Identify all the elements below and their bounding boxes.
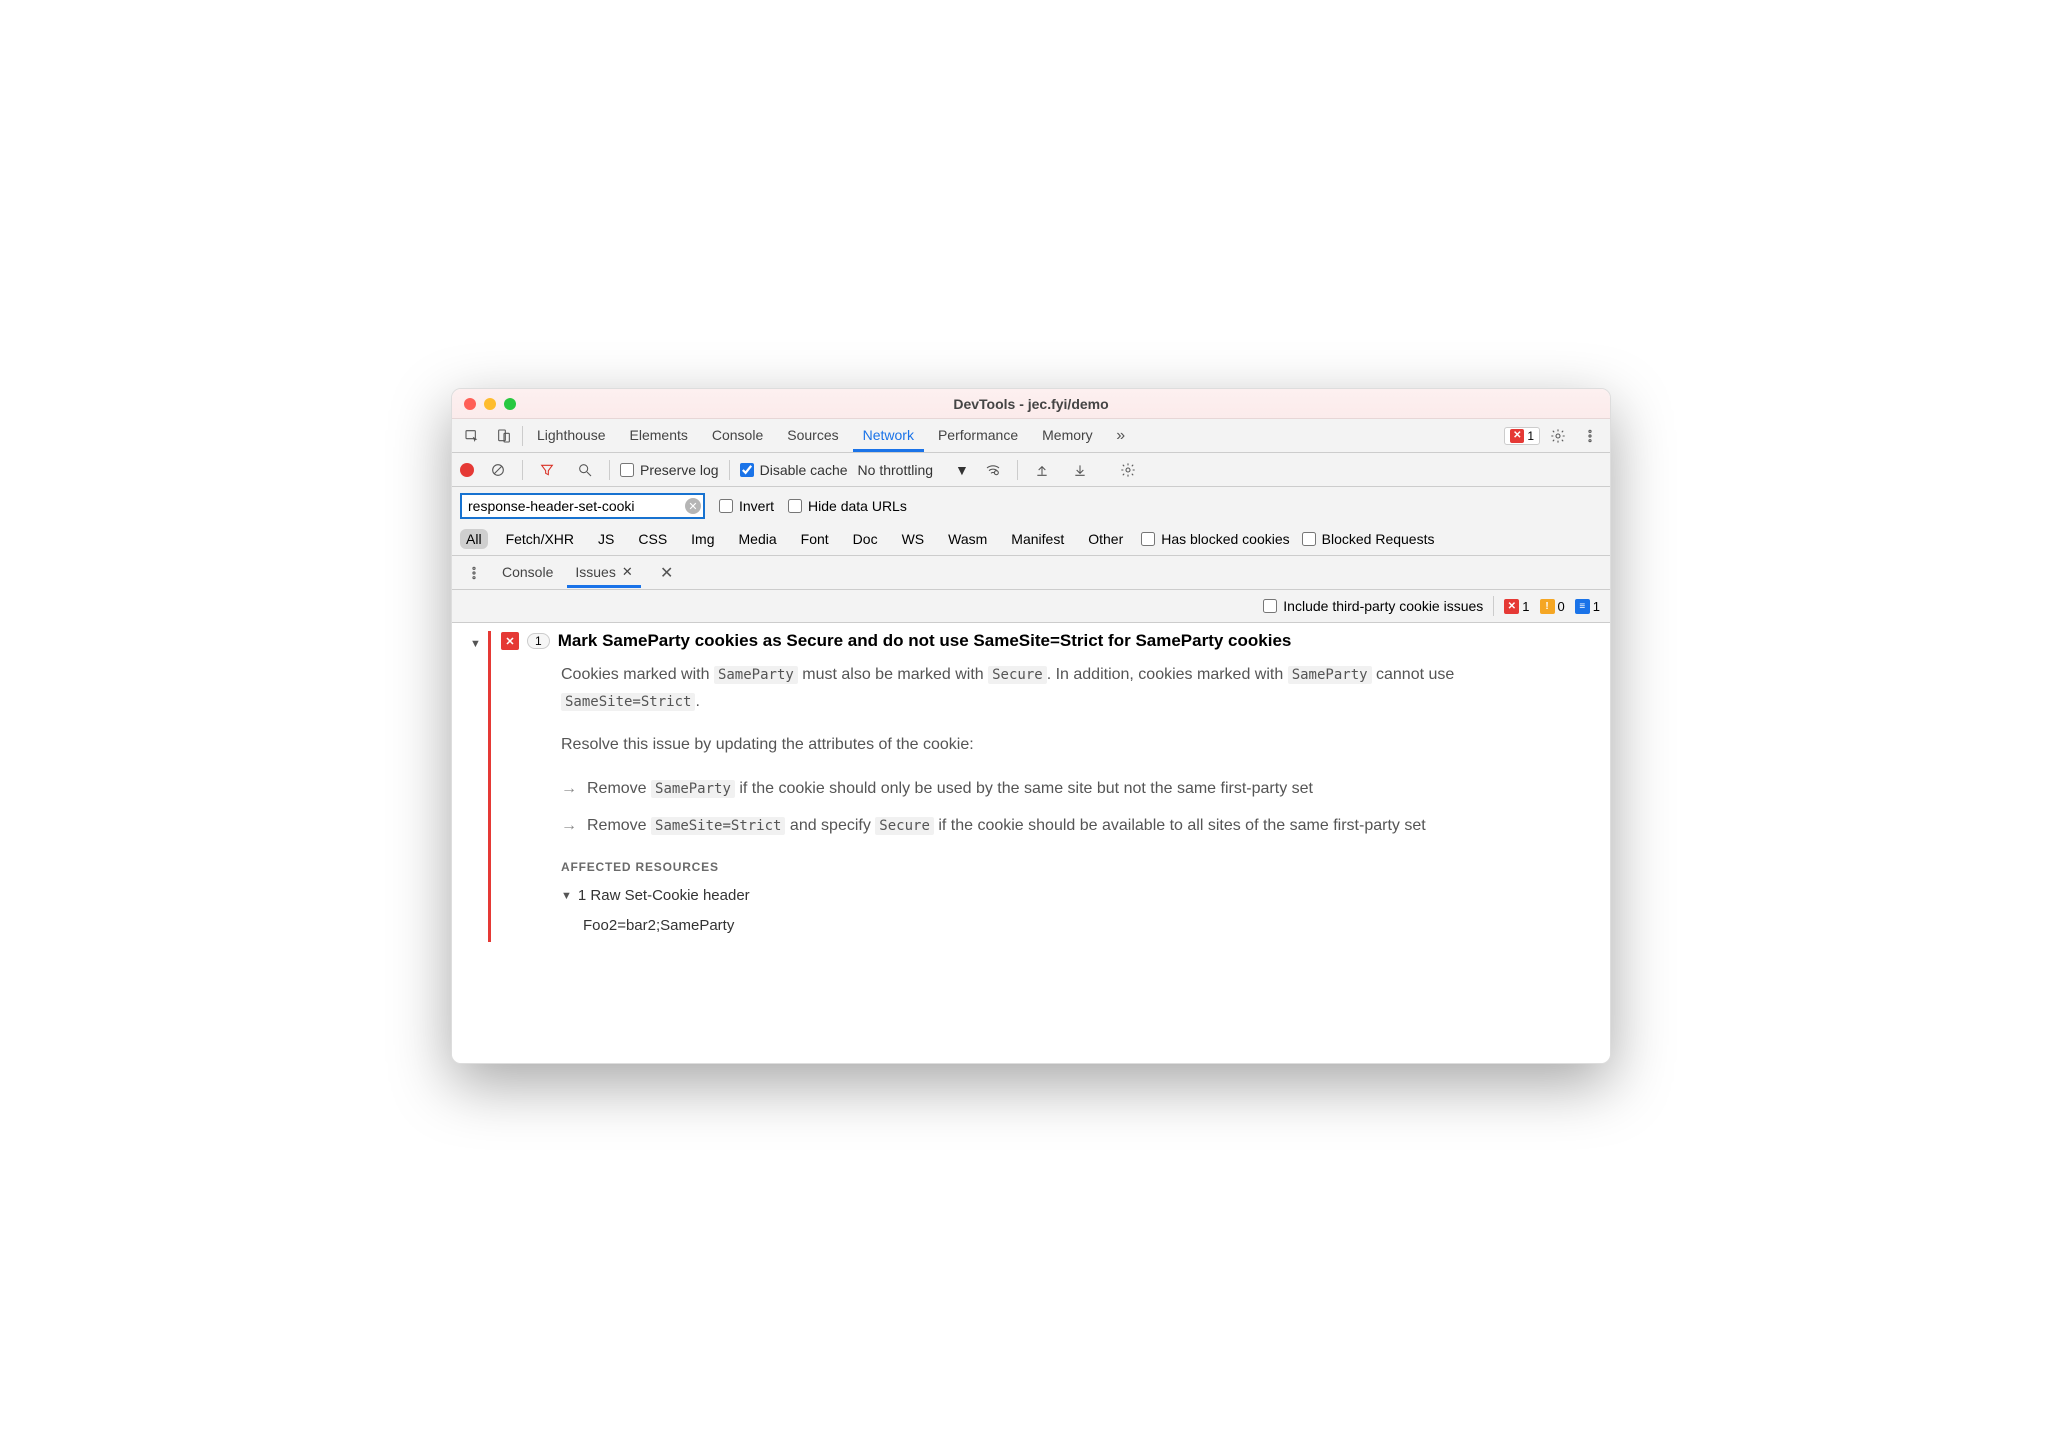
tab-elements[interactable]: Elements bbox=[620, 420, 698, 452]
network-conditions-icon[interactable] bbox=[979, 456, 1007, 484]
tab-network[interactable]: Network bbox=[853, 420, 924, 452]
blocked-requests-checkbox[interactable]: Blocked Requests bbox=[1302, 531, 1435, 547]
filter-row: ✕ Invert Hide data URLs bbox=[452, 487, 1610, 525]
issues-scroll[interactable]: ▼ ✕ 1 Mark SameParty cookies as Secure a… bbox=[462, 623, 1610, 1063]
tab-lighthouse[interactable]: Lighthouse bbox=[527, 420, 616, 452]
arrow-icon: → bbox=[561, 775, 577, 802]
throttling-select[interactable]: No throttling ▼ bbox=[858, 462, 969, 478]
network-settings-icon[interactable] bbox=[1114, 456, 1142, 484]
filter-font[interactable]: Font bbox=[795, 529, 835, 549]
more-tabs-icon[interactable]: » bbox=[1107, 422, 1135, 450]
devtools-window: DevTools - jec.fyi/demo Lighthouse Eleme… bbox=[451, 388, 1611, 1064]
filter-css[interactable]: CSS bbox=[632, 529, 673, 549]
download-har-icon[interactable] bbox=[1066, 456, 1094, 484]
tab-console[interactable]: Console bbox=[702, 420, 773, 452]
info-count[interactable]: ≡1 bbox=[1575, 599, 1600, 614]
issue-resolve-intro: Resolve this issue by updating the attri… bbox=[561, 731, 1596, 758]
titlebar: DevTools - jec.fyi/demo bbox=[452, 389, 1610, 419]
collapse-icon[interactable]: ▼ bbox=[470, 638, 481, 650]
filter-fetch-xhr[interactable]: Fetch/XHR bbox=[500, 529, 580, 549]
affected-resource-value: Foo2=bar2;SameParty bbox=[583, 909, 1596, 943]
issues-options: Include third-party cookie issues ✕1 !0 … bbox=[452, 590, 1610, 623]
record-button[interactable] bbox=[460, 463, 474, 477]
include-thirdparty-checkbox[interactable]: Include third-party cookie issues bbox=[1263, 598, 1483, 614]
affected-resources-label: AFFECTED RESOURCES bbox=[561, 857, 1596, 877]
filter-img[interactable]: Img bbox=[685, 529, 720, 549]
filter-manifest[interactable]: Manifest bbox=[1005, 529, 1070, 549]
resolution-step: → Remove SameSite=Strict and specify Sec… bbox=[561, 812, 1596, 839]
issue-count-pill: 1 bbox=[527, 633, 550, 649]
network-toolbar: Preserve log Disable cache No throttling… bbox=[452, 453, 1610, 487]
settings-icon[interactable] bbox=[1544, 422, 1572, 450]
error-counter[interactable]: ✕1 bbox=[1504, 427, 1540, 445]
filter-ws[interactable]: WS bbox=[896, 529, 931, 549]
drawer-tab-issues[interactable]: Issues ✕ bbox=[567, 558, 640, 588]
drawer-tab-bar: Console Issues ✕ ✕ bbox=[452, 556, 1610, 590]
tab-sources[interactable]: Sources bbox=[777, 420, 848, 452]
close-drawer-icon[interactable]: ✕ bbox=[653, 559, 681, 587]
preserve-log-checkbox[interactable]: Preserve log bbox=[620, 462, 719, 478]
filter-media[interactable]: Media bbox=[733, 529, 783, 549]
kebab-menu-icon[interactable] bbox=[1576, 422, 1604, 450]
drawer-kebab-icon[interactable] bbox=[460, 559, 488, 587]
tab-performance[interactable]: Performance bbox=[928, 420, 1028, 452]
error-count[interactable]: ✕1 bbox=[1504, 599, 1529, 614]
issue-body: Cookies marked with SameParty must also … bbox=[561, 661, 1596, 942]
issue-title: Mark SameParty cookies as Secure and do … bbox=[558, 631, 1292, 651]
filter-js[interactable]: JS bbox=[592, 529, 620, 549]
filter-wasm[interactable]: Wasm bbox=[942, 529, 993, 549]
filter-all[interactable]: All bbox=[460, 529, 488, 549]
device-toolbar-icon[interactable] bbox=[490, 422, 518, 450]
warning-count[interactable]: !0 bbox=[1540, 599, 1565, 614]
hide-data-urls-checkbox[interactable]: Hide data URLs bbox=[788, 498, 907, 514]
affected-resource-toggle[interactable]: ▼ 1 Raw Set-Cookie header bbox=[561, 883, 1596, 909]
request-type-filters: All Fetch/XHR JS CSS Img Media Font Doc … bbox=[452, 525, 1610, 556]
issue-description: Cookies marked with SameParty must also … bbox=[561, 661, 1596, 715]
resolution-step: → Remove SameParty if the cookie should … bbox=[561, 775, 1596, 802]
disable-cache-checkbox[interactable]: Disable cache bbox=[740, 462, 848, 478]
error-icon: ✕ bbox=[501, 632, 519, 650]
collapse-icon: ▼ bbox=[561, 887, 572, 906]
chevron-down-icon: ▼ bbox=[955, 462, 969, 478]
filter-icon[interactable] bbox=[533, 456, 561, 484]
upload-har-icon[interactable] bbox=[1028, 456, 1056, 484]
window-title: DevTools - jec.fyi/demo bbox=[452, 396, 1610, 412]
filter-other[interactable]: Other bbox=[1082, 529, 1129, 549]
arrow-icon: → bbox=[561, 812, 577, 839]
has-blocked-cookies-checkbox[interactable]: Has blocked cookies bbox=[1141, 531, 1289, 547]
issues-panel: ▼ ✕ 1 Mark SameParty cookies as Secure a… bbox=[452, 623, 1610, 1063]
filter-input[interactable] bbox=[460, 493, 705, 519]
issue-header[interactable]: ✕ 1 Mark SameParty cookies as Secure and… bbox=[501, 631, 1596, 651]
filter-doc[interactable]: Doc bbox=[847, 529, 884, 549]
invert-checkbox[interactable]: Invert bbox=[719, 498, 774, 514]
clear-filter-icon[interactable]: ✕ bbox=[685, 498, 701, 514]
close-icon[interactable]: ✕ bbox=[622, 564, 633, 580]
drawer-tab-console[interactable]: Console bbox=[494, 558, 561, 588]
clear-icon[interactable] bbox=[484, 456, 512, 484]
tab-memory[interactable]: Memory bbox=[1032, 420, 1103, 452]
inspect-element-icon[interactable] bbox=[458, 422, 486, 450]
main-tab-bar: Lighthouse Elements Console Sources Netw… bbox=[452, 419, 1610, 453]
search-icon[interactable] bbox=[571, 456, 599, 484]
